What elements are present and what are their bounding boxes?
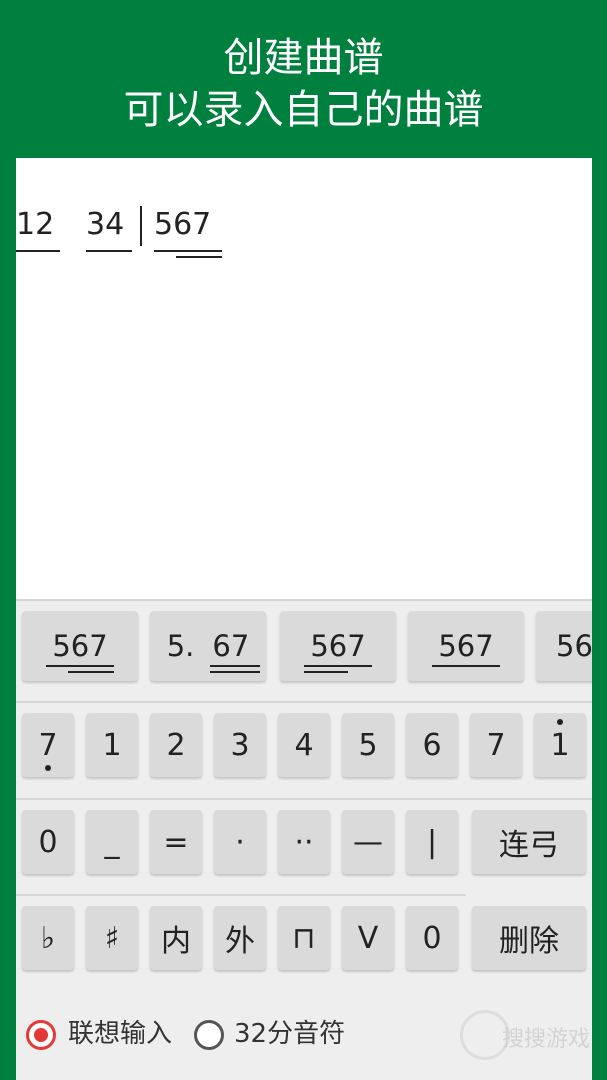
note-key-1[interactable]: 1 <box>86 713 138 777</box>
note-row: 7 1 2 3 4 5 6 7 1 <box>16 703 592 800</box>
rhythm-key-2-label-b: 67 <box>212 629 250 663</box>
rhythm-key-3-label: 567 <box>310 629 366 663</box>
flat-key-label: ♭ <box>40 920 56 956</box>
score-group-2: 34 <box>86 202 132 252</box>
rhythm-key-4-label: 567 <box>438 629 494 663</box>
music-keyboard: 567 5. 67 567 567 56 7 1 2 3 4 5 6 7 1 0… <box>16 599 592 1080</box>
predictive-radio[interactable] <box>26 1020 56 1050</box>
predictive-label[interactable]: 联想输入 <box>68 1016 172 1052</box>
rest-key[interactable]: 0 <box>22 810 74 874</box>
delete-button[interactable]: 删除 <box>472 906 586 970</box>
watermark: 搜搜游戏 <box>460 1002 590 1072</box>
inner-string-key-label: 内 <box>161 924 191 959</box>
note-key-3[interactable]: 3 <box>214 713 266 777</box>
delete-button-label: 删除 <box>499 924 559 959</box>
thirtysecond-label[interactable]: 32分音符 <box>234 1016 345 1052</box>
rhythm-key-2-line-a <box>210 665 260 667</box>
note-key-4[interactable]: 4 <box>278 713 330 777</box>
open-string-key[interactable]: 0 <box>406 906 458 970</box>
outer-string-key[interactable]: 外 <box>214 906 266 970</box>
inner-string-key[interactable]: 内 <box>150 906 202 970</box>
rhythm-key-2-line-b <box>210 671 260 673</box>
double-dot-key[interactable]: ·· <box>278 810 330 874</box>
outer-string-key-label: 外 <box>225 924 255 959</box>
double-dot-key-label: ·· <box>294 824 314 860</box>
rhythm-key-4-line <box>432 665 500 667</box>
side-keys: 连弓 删除 <box>466 800 592 992</box>
low-octave-dot <box>45 765 51 771</box>
dash-key[interactable]: — <box>342 810 394 874</box>
rhythm-key-1-label: 567 <box>52 629 108 663</box>
double-underline-key-label: = <box>163 824 189 860</box>
slur-button[interactable]: 连弓 <box>472 810 586 874</box>
dot-key-label: · <box>235 824 245 860</box>
underline-2 <box>176 256 222 258</box>
watermark-text: 搜搜游戏 <box>501 1027 590 1052</box>
rhythm-key-5-label: 56 <box>556 629 592 663</box>
watermark-logo-icon <box>460 1010 510 1060</box>
score-group-3: 567 <box>154 207 212 242</box>
sharp-key-label: ♯ <box>104 920 120 956</box>
rhythm-key-1[interactable]: 567 <box>22 611 138 681</box>
rhythm-key-1-line-b <box>68 671 114 673</box>
note-key-7-label: 7 <box>486 727 506 763</box>
rhythm-key-2-label-a: 5. <box>166 629 195 663</box>
note-key-6-label: 6 <box>422 727 442 763</box>
thirtysecond-radio[interactable] <box>194 1020 224 1050</box>
note-key-low-7[interactable]: 7 <box>22 713 74 777</box>
barline-key[interactable]: | <box>406 810 458 874</box>
rhythm-key-2[interactable]: 5. 67 <box>150 611 266 681</box>
flat-key[interactable]: ♭ <box>22 906 74 970</box>
header: 创建曲谱 可以录入自己的曲谱 <box>0 0 607 158</box>
input-options: 联想输入 32分音符 搜搜游戏 <box>16 992 592 1080</box>
rhythm-key-3-line-b <box>304 671 348 673</box>
note-key-1-label: 1 <box>102 727 122 763</box>
barline-key-label: | <box>426 824 438 860</box>
underline-key-label: _ <box>104 824 120 860</box>
score-group-1: 12 <box>16 202 60 252</box>
down-bow-key[interactable]: ⊓ <box>278 906 330 970</box>
high-octave-dot <box>557 719 563 725</box>
rhythm-key-3[interactable]: 567 <box>280 611 396 681</box>
open-string-key-label: 0 <box>422 920 442 956</box>
rhythm-key-4[interactable]: 567 <box>408 611 524 681</box>
rhythm-key-1-line-a <box>46 665 114 667</box>
underline-1 <box>154 250 222 252</box>
rhythm-row: 567 5. 67 567 567 56 <box>16 599 592 703</box>
note-key-4-label: 4 <box>294 727 314 763</box>
note-key-5-label: 5 <box>358 727 378 763</box>
header-title: 创建曲谱 <box>223 35 384 81</box>
note-key-2[interactable]: 2 <box>150 713 202 777</box>
slur-button-label: 连弓 <box>499 828 559 863</box>
rhythm-key-5[interactable]: 56 <box>536 611 592 681</box>
up-bow-key-label: V <box>357 920 379 956</box>
note-key-3-label: 3 <box>230 727 250 763</box>
editor-panel: 12 34 567 567 5. 67 567 567 56 7 1 2 3 4… <box>16 158 592 1080</box>
sharp-key[interactable]: ♯ <box>86 906 138 970</box>
note-key-low-7-label: 7 <box>38 727 58 763</box>
note-key-5[interactable]: 5 <box>342 713 394 777</box>
dot-key[interactable]: · <box>214 810 266 874</box>
down-bow-key-label: ⊓ <box>292 920 316 956</box>
rest-key-label: 0 <box>38 824 58 860</box>
note-key-2-label: 2 <box>166 727 186 763</box>
note-key-high-1[interactable]: 1 <box>534 713 586 777</box>
note-key-6[interactable]: 6 <box>406 713 458 777</box>
rhythm-key-3-line-a <box>304 665 372 667</box>
double-underline-key[interactable]: = <box>150 810 202 874</box>
note-key-7[interactable]: 7 <box>470 713 522 777</box>
dash-key-label: — <box>353 824 383 860</box>
header-subtitle: 可以录入自己的曲谱 <box>123 87 484 133</box>
bar-line <box>140 206 142 246</box>
underline-key[interactable]: _ <box>86 810 138 874</box>
up-bow-key[interactable]: V <box>342 906 394 970</box>
note-key-high-1-label: 1 <box>550 727 570 763</box>
